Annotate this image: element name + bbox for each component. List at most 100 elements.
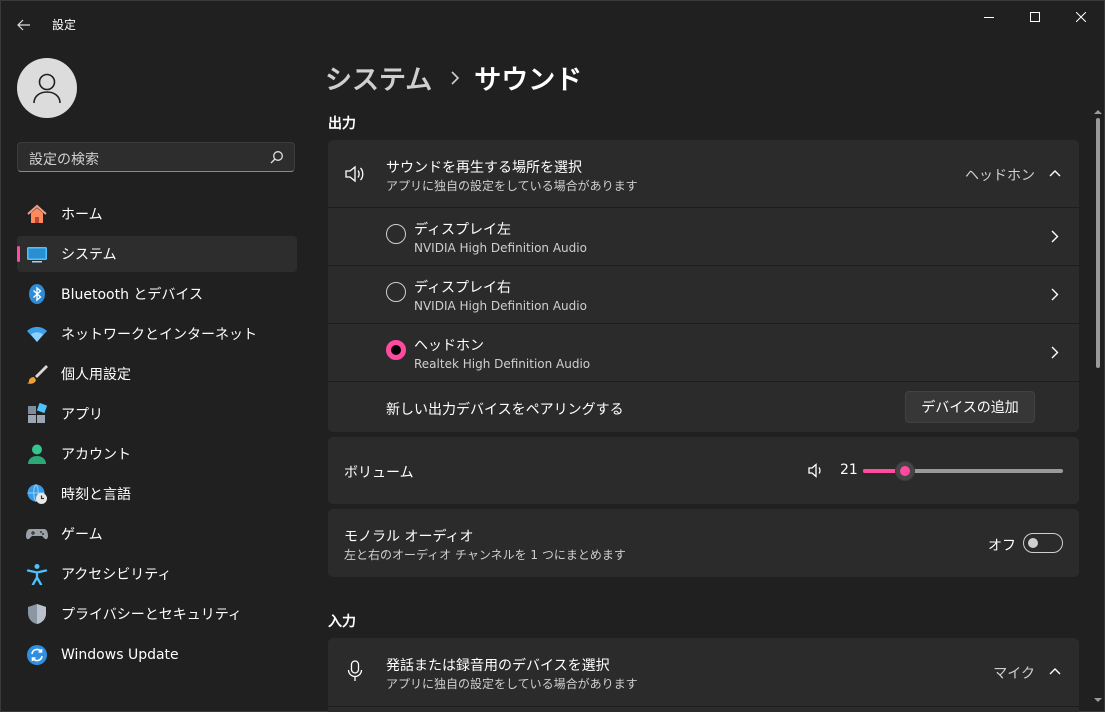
device-name: ヘッドホン (414, 338, 484, 354)
gamepad-icon (26, 523, 48, 545)
shield-icon (26, 603, 48, 625)
bluetooth-icon (26, 283, 48, 305)
volume-slider-thumb[interactable] (895, 461, 915, 481)
output-select-title: サウンドを再生する場所を選択 (386, 160, 582, 176)
breadcrumb-parent[interactable]: システム (325, 58, 432, 97)
output-select-subtitle: アプリに独自の設定をしている場合があります (386, 179, 638, 193)
minimize-icon (984, 17, 994, 18)
chevron-right-icon (1051, 288, 1059, 301)
radio-button[interactable] (386, 224, 406, 244)
sidebar-item-label: プライバシーとセキュリティ (61, 607, 242, 623)
radio-button[interactable] (386, 282, 406, 302)
sidebar-item-label: ホーム (61, 207, 103, 223)
close-button[interactable] (1058, 0, 1104, 34)
sidebar-item-label: ネットワークとインターネット (61, 327, 257, 343)
sidebar-item-accessibility[interactable]: アクセシビリティ (17, 556, 297, 592)
output-device-row[interactable]: ディスプレイ左 NVIDIA High Definition Audio (328, 208, 1079, 265)
volume-speaker-icon[interactable] (808, 463, 824, 478)
device-driver: NVIDIA High Definition Audio (414, 299, 587, 313)
volume-slider-track[interactable] (863, 469, 1063, 473)
sidebar-item-label: 個人用設定 (61, 367, 131, 383)
sidebar-item-home[interactable]: ホーム (17, 196, 297, 232)
divider (328, 381, 1079, 382)
sidebar-item-time-language[interactable]: 時刻と言語 (17, 476, 297, 512)
mono-audio-toggle[interactable] (1023, 533, 1063, 553)
output-device-expander[interactable]: サウンドを再生する場所を選択 アプリに独自の設定をしている場合があります ヘッド… (328, 140, 1079, 207)
sidebar-item-label: アプリ (61, 407, 103, 423)
wifi-icon (26, 323, 48, 345)
mono-audio-title: モノラル オーディオ (344, 529, 474, 545)
search-placeholder: 設定の検索 (29, 152, 99, 168)
speaker-icon (345, 165, 364, 183)
volume-card: ボリューム 21 (328, 437, 1079, 504)
input-selected-device: マイク (993, 666, 1035, 682)
close-icon (1076, 12, 1086, 22)
accessibility-icon (26, 563, 48, 585)
back-button[interactable] (8, 10, 40, 40)
sidebar-item-windows-update[interactable]: Windows Update (17, 637, 297, 673)
home-icon (26, 203, 48, 225)
sidebar-item-label: アクセシビリティ (61, 567, 172, 583)
breadcrumb: システム サウンド (325, 58, 582, 97)
volume-label: ボリューム (344, 465, 414, 481)
account-icon (26, 443, 48, 465)
toggle-knob (1028, 538, 1038, 548)
sidebar-item-personalization[interactable]: 個人用設定 (17, 356, 297, 392)
maximize-button[interactable] (1012, 0, 1058, 34)
maximize-icon (1030, 12, 1040, 22)
input-device-card: 発話または録音用のデバイスを選択 アプリに独自の設定をしている場合があります マ… (328, 638, 1079, 712)
mono-audio-card: モノラル オーディオ 左と右のオーディオ チャンネルを 1 つにまとめます オフ (328, 509, 1079, 577)
chevron-up-icon (1049, 170, 1061, 177)
user-icon (33, 73, 61, 104)
chevron-right-icon (1051, 346, 1059, 359)
avatar[interactable] (17, 58, 77, 118)
sidebar-item-bluetooth[interactable]: Bluetooth とデバイス (17, 276, 297, 312)
scroll-up-arrow-icon[interactable] (1094, 108, 1102, 116)
minimize-button[interactable] (966, 0, 1012, 34)
settings-search[interactable]: 設定の検索 (17, 142, 295, 172)
device-driver: Realtek High Definition Audio (414, 357, 591, 371)
search-icon (270, 151, 283, 164)
add-device-button[interactable]: デバイスの追加 (905, 391, 1035, 423)
microphone-icon (347, 660, 363, 681)
volume-value: 21 (840, 462, 858, 478)
output-device-row-selected[interactable]: ヘッドホン Realtek High Definition Audio (328, 324, 1079, 381)
device-name: ディスプレイ右 (414, 280, 512, 296)
brush-icon (26, 363, 48, 385)
sidebar-item-label: アカウント (61, 447, 131, 463)
chevron-right-icon (1051, 230, 1059, 243)
output-device-row[interactable]: ディスプレイ右 NVIDIA High Definition Audio (328, 266, 1079, 323)
input-select-title: 発話または録音用のデバイスを選択 (386, 658, 610, 674)
output-device-card: サウンドを再生する場所を選択 アプリに独自の設定をしている場合があります ヘッド… (328, 140, 1079, 432)
app-title: 設定 (52, 18, 77, 32)
sidebar-item-accounts[interactable]: アカウント (17, 436, 297, 472)
sidebar-item-gaming[interactable]: ゲーム (17, 516, 297, 552)
sidebar-item-label: ゲーム (61, 527, 103, 543)
device-name: ディスプレイ左 (414, 222, 512, 238)
globe-clock-icon (26, 483, 48, 505)
sidebar-item-privacy-security[interactable]: プライバシーとセキュリティ (17, 596, 297, 632)
sidebar-item-network[interactable]: ネットワークとインターネット (17, 316, 297, 352)
input-device-expander[interactable]: 発話または録音用のデバイスを選択 アプリに独自の設定をしている場合があります マ… (328, 638, 1079, 706)
apps-icon (26, 403, 48, 425)
scroll-down-arrow-icon[interactable] (1094, 696, 1102, 704)
vertical-scrollbar-thumb[interactable] (1096, 118, 1100, 368)
sidebar-item-label: Windows Update (61, 647, 179, 663)
back-arrow-icon (17, 19, 30, 31)
sidebar-item-label: 時刻と言語 (61, 487, 131, 503)
chevron-up-icon (1049, 668, 1061, 675)
breadcrumb-chevron-icon (450, 70, 460, 85)
sidebar-item-label: システム (61, 247, 117, 263)
input-select-subtitle: アプリに独自の設定をしている場合があります (386, 677, 638, 691)
page-title: サウンド (474, 65, 583, 96)
sidebar-item-system[interactable]: システム (17, 236, 297, 272)
pair-device-label: 新しい出力デバイスをペアリングする (386, 402, 624, 418)
selection-indicator (17, 246, 20, 262)
sidebar-item-apps[interactable]: アプリ (17, 396, 297, 432)
output-section-title: 出力 (328, 116, 356, 132)
radio-button-selected[interactable] (386, 340, 406, 360)
update-icon (26, 644, 48, 666)
volume-thumb-center (900, 466, 910, 476)
output-selected-device: ヘッドホン (965, 168, 1035, 184)
divider (328, 706, 1079, 707)
